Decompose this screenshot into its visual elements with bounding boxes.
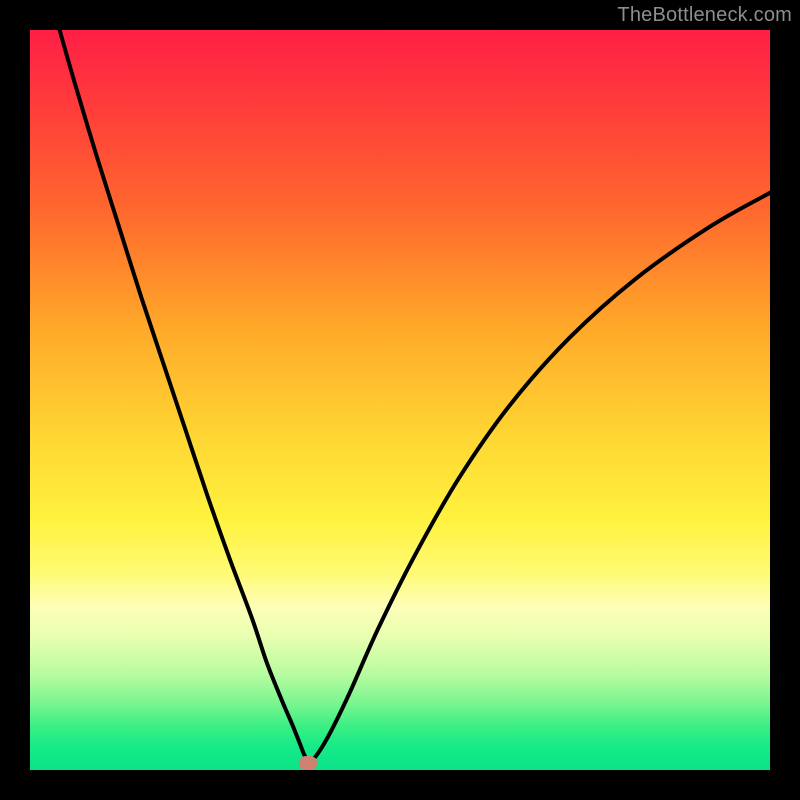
plot-area bbox=[30, 30, 770, 770]
optimum-marker bbox=[299, 756, 317, 770]
watermark-text: TheBottleneck.com bbox=[617, 4, 792, 27]
chart-frame: TheBottleneck.com bbox=[0, 0, 800, 800]
bottleneck-curve bbox=[60, 30, 770, 762]
curve-svg bbox=[30, 30, 770, 770]
